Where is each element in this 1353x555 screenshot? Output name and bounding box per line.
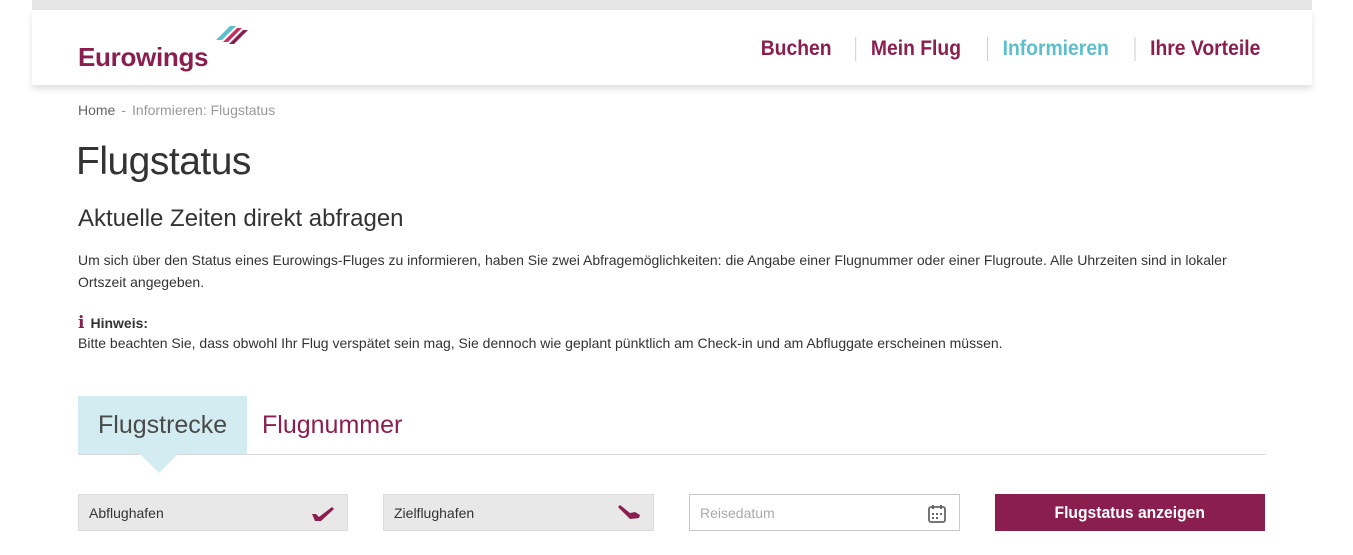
breadcrumb: Home - Informieren: Flugstatus	[78, 102, 275, 118]
arrival-airport-field[interactable]: Zielflughafen	[383, 494, 654, 531]
notice-heading: i Hinweis:	[78, 313, 1268, 333]
nav-ihre-vorteile[interactable]: Ihre Vorteile	[1134, 37, 1261, 61]
plane-takeoff-icon	[312, 507, 334, 521]
travel-date-input[interactable]: Reisedatum	[689, 494, 960, 531]
show-flight-status-button[interactable]: Flugstatus anzeigen	[995, 494, 1265, 531]
info-icon: i	[78, 313, 85, 333]
breadcrumb-home[interactable]: Home	[78, 102, 115, 118]
departure-airport-label: Abflughafen	[89, 505, 164, 521]
main-nav: Buchen Mein Flug Informieren Ihre Vortei…	[757, 37, 1266, 61]
logo-mark-icon	[216, 26, 248, 44]
breadcrumb-current: Informieren: Flugstatus	[132, 102, 276, 118]
nav-informieren[interactable]: Informieren	[986, 37, 1124, 61]
plane-landing-icon	[618, 505, 640, 519]
top-strip	[32, 0, 1312, 10]
page-title: Flugstatus	[76, 140, 251, 183]
submit-label: Flugstatus anzeigen	[1054, 502, 1206, 522]
arrival-airport-label: Zielflughafen	[394, 505, 475, 521]
breadcrumb-separator: -	[121, 102, 127, 118]
notice-text: Bitte beachten Sie, dass obwohl Ihr Flug…	[78, 335, 1003, 351]
notice-title: Hinweis:	[90, 315, 149, 331]
nav-mein-flug[interactable]: Mein Flug	[854, 37, 976, 61]
travel-date-placeholder: Reisedatum	[700, 505, 775, 521]
notice-box: i Hinweis: Bitte beachten Sie, dass obwo…	[78, 313, 1268, 353]
intro-text: Um sich über den Status eines Eurowings-…	[78, 252, 1227, 290]
nav-buchen[interactable]: Buchen	[760, 37, 846, 61]
departure-airport-field[interactable]: Abflughafen	[78, 494, 348, 531]
calendar-icon[interactable]	[927, 504, 947, 524]
site-header: Eurowings Buchen Mein Flug Informieren I…	[32, 10, 1312, 85]
page-subtitle: Aktuelle Zeiten direkt abfragen	[78, 205, 404, 232]
search-tabs: Flugstrecke Flugnummer	[78, 396, 1266, 473]
tab-flugstrecke[interactable]: Flugstrecke	[78, 396, 248, 473]
logo-text: Eurowings	[78, 42, 209, 72]
tab-flugnummer[interactable]: Flugnummer	[242, 396, 422, 454]
